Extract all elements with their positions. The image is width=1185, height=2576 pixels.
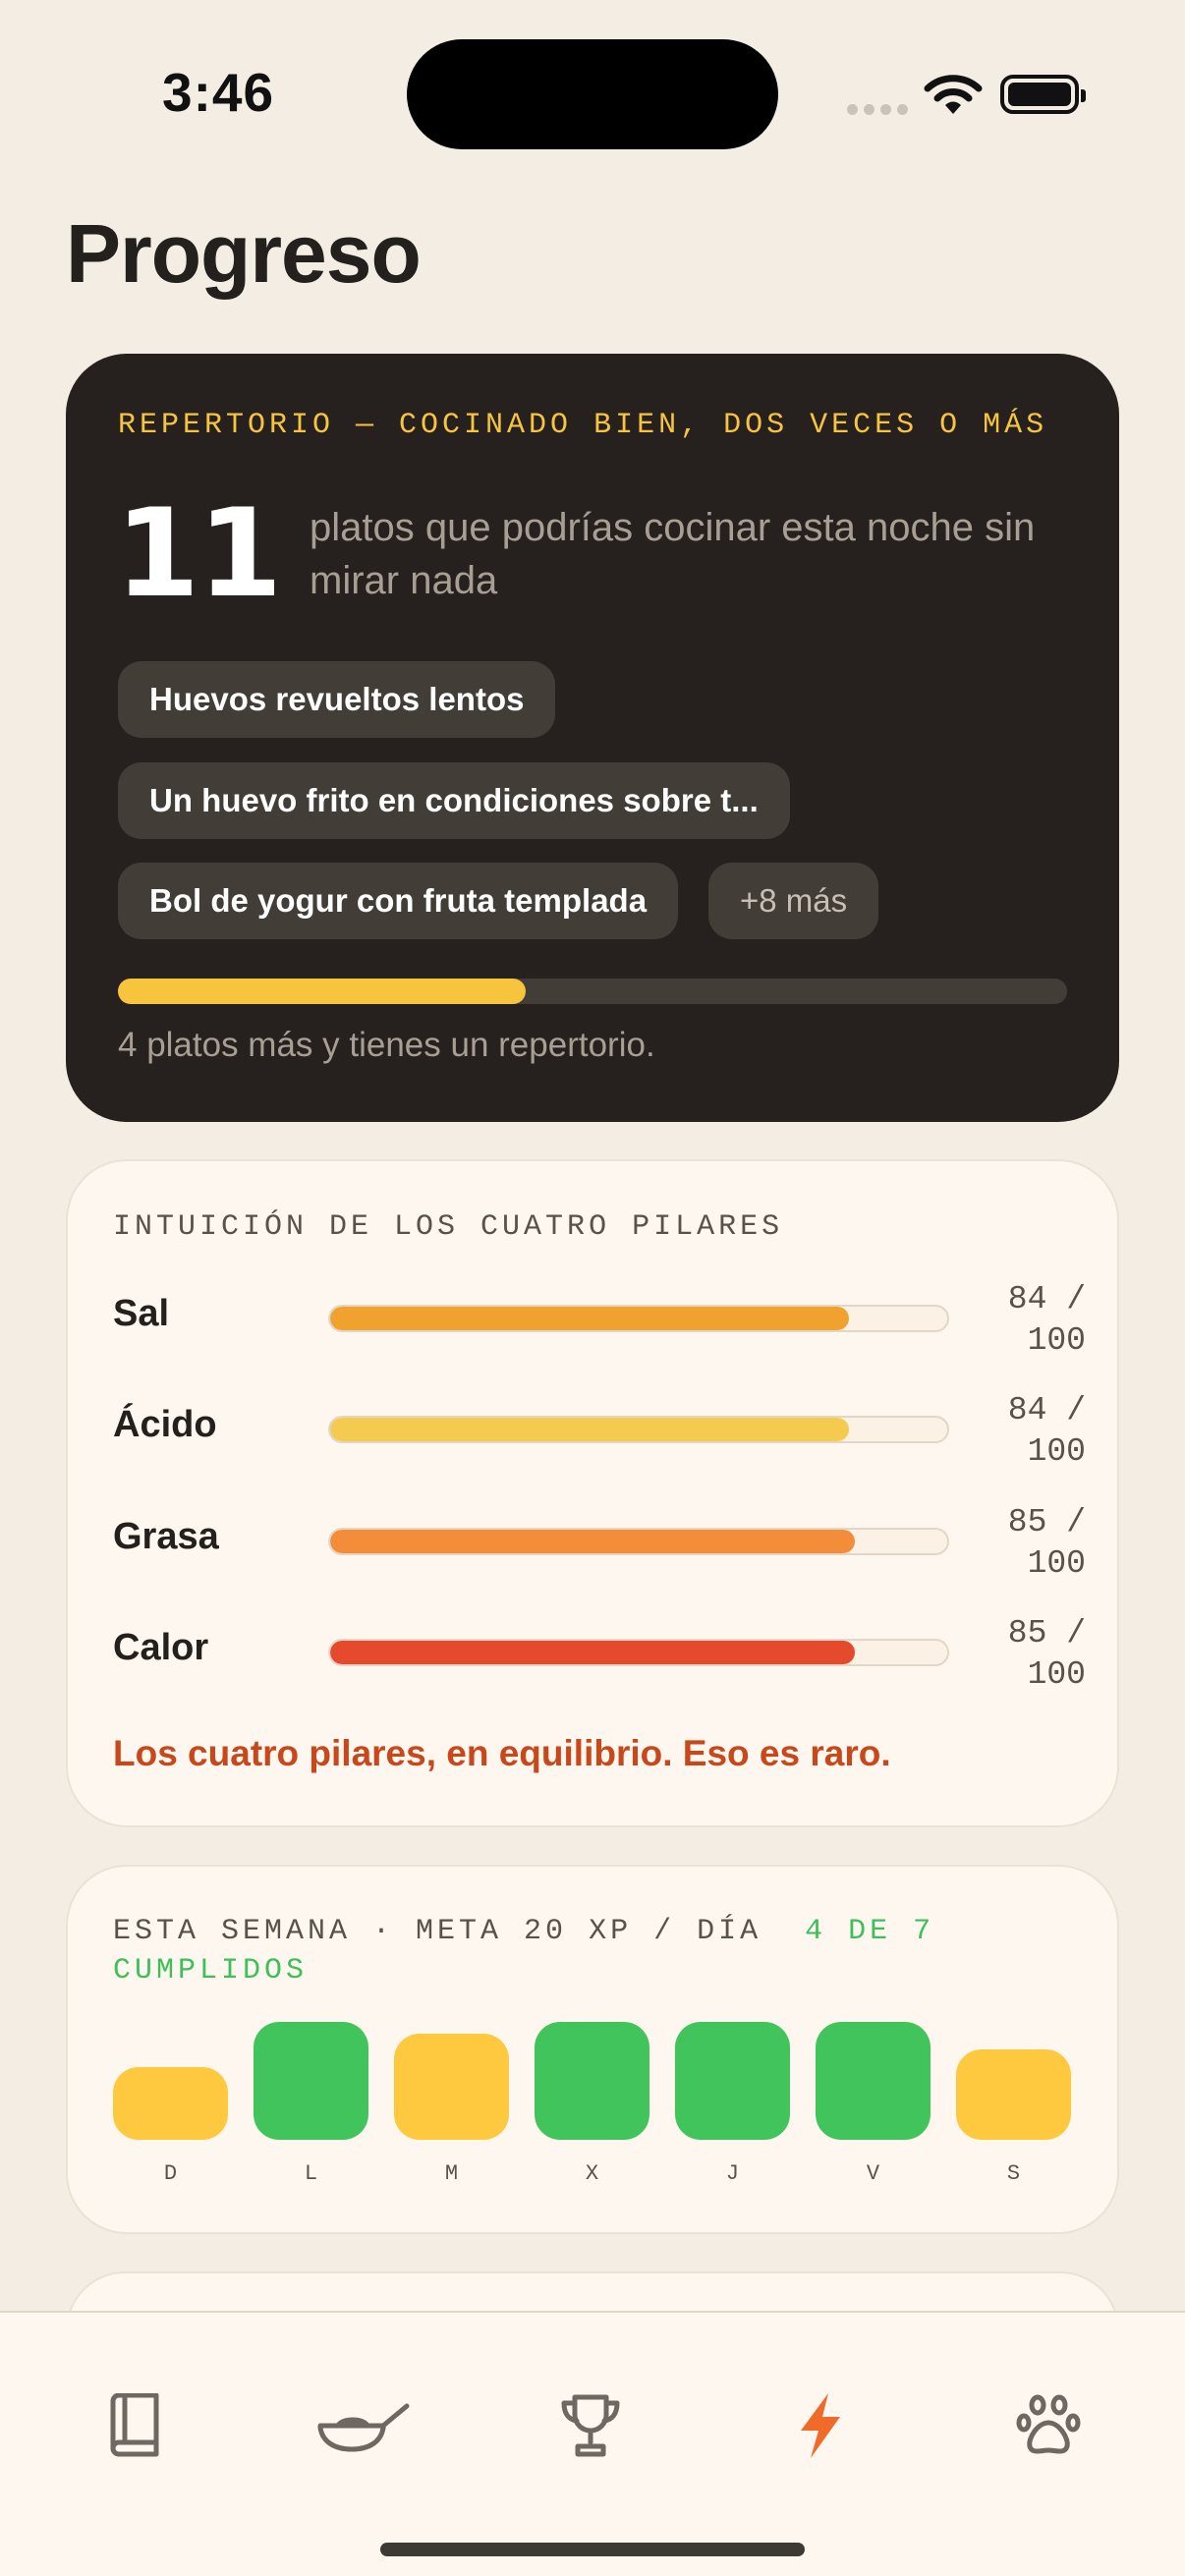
tab-achievements[interactable] [546, 2381, 635, 2470]
pillar-bar-fill [330, 1641, 855, 1664]
pillar-bar-fill [330, 1307, 849, 1330]
book-icon [110, 2393, 159, 2457]
pillar-bar [328, 1639, 949, 1666]
page-title: Progreso [66, 207, 422, 300]
day-bar-j [675, 2022, 790, 2140]
repertoire-count: 11 [115, 483, 283, 625]
day-bar-d [113, 2067, 228, 2140]
day-label: V [866, 2161, 880, 2186]
day-bar-l [254, 2022, 368, 2140]
more-dishes-chip[interactable]: +8 más [708, 863, 879, 939]
repertoire-note: 4 platos más y tienes un repertorio. [118, 1026, 655, 1064]
tab-progress[interactable] [776, 2381, 865, 2470]
pillar-score: 84 /100 [1007, 1392, 1086, 1470]
pillar-score: 84 /100 [1007, 1281, 1086, 1359]
pillars-eyebrow: INTUICIÓN DE LOS CUATRO PILARES [113, 1210, 784, 1244]
day-bar-v [816, 2022, 931, 2140]
dish-chip[interactable]: Huevos revueltos lentos [118, 661, 556, 738]
paw-icon [1016, 2394, 1081, 2454]
pillar-bar-fill [330, 1530, 855, 1553]
pillars-note: Los cuatro pilares, en equilibrio. Eso e… [113, 1733, 891, 1773]
weekly-eyebrow: ESTA SEMANA · META 20 XP / DÍA 4 DE 7 CU… [113, 1915, 935, 1988]
pillar-name: Sal [113, 1293, 170, 1334]
weekly-goal-card: ESTA SEMANA · META 20 XP / DÍA 4 DE 7 CU… [66, 1865, 1119, 2234]
day-bar-s [956, 2049, 1071, 2140]
pillar-score: 85 /100 [1007, 1615, 1086, 1693]
pan-icon [317, 2403, 410, 2452]
pillar-row-sal: Sal 84 /100 [113, 1279, 1086, 1359]
pillar-score: 85 /100 [1007, 1504, 1086, 1582]
repertoire-description: platos que podrías cocinar esta noche si… [310, 506, 1036, 602]
cellular-signal-icon [847, 104, 908, 115]
day-label: M [444, 2161, 459, 2186]
repertoire-eyebrow: REPERTORIO — COCINADO BIEN, DOS VECES O … [118, 409, 1048, 442]
status-time: 3:46 [162, 62, 275, 123]
tab-book[interactable] [90, 2381, 179, 2470]
tab-bar [0, 2311, 1185, 2576]
home-indicator[interactable] [380, 2543, 805, 2556]
repertoire-progress-fill [118, 979, 527, 1004]
day-label: S [1006, 2161, 1021, 2186]
bolt-icon [801, 2393, 840, 2458]
pillar-row-acido: Ácido 84 /100 [113, 1390, 1086, 1470]
battery-icon [1000, 75, 1086, 114]
pillar-name: Calor [113, 1627, 209, 1668]
dynamic-island [407, 39, 778, 149]
weekly-bars [113, 2022, 1086, 2140]
pillar-name: Grasa [113, 1516, 219, 1557]
status-bar: 3:46 [0, 0, 1185, 187]
pillar-bar-fill [330, 1418, 849, 1441]
tab-cook[interactable] [314, 2381, 413, 2470]
pillar-bar [328, 1528, 949, 1555]
dish-chip[interactable]: Bol de yogur con fruta templada [118, 863, 679, 939]
pillars-card: INTUICIÓN DE LOS CUATRO PILARES Sal 84 /… [66, 1159, 1119, 1827]
repertoire-card: REPERTORIO — COCINADO BIEN, DOS VECES O … [66, 354, 1119, 1122]
pillar-bar [328, 1416, 949, 1443]
day-label: D [163, 2161, 178, 2186]
day-label: J [725, 2161, 740, 2186]
day-bar-x [535, 2022, 649, 2140]
pillar-row-grasa: Grasa 85 /100 [113, 1502, 1086, 1582]
trophy-icon [561, 2394, 620, 2457]
day-label: L [304, 2161, 318, 2186]
day-label: X [585, 2161, 599, 2186]
pillar-bar [328, 1305, 949, 1332]
day-bar-m [394, 2034, 509, 2140]
tab-pet[interactable] [1004, 2381, 1093, 2470]
pillar-name: Ácido [113, 1404, 217, 1445]
pillar-row-calor: Calor 85 /100 [113, 1613, 1086, 1693]
dish-chip[interactable]: Un huevo frito en condiciones sobre t... [118, 762, 790, 839]
repertoire-progress-bar [118, 979, 1067, 1004]
wifi-icon [924, 75, 983, 114]
